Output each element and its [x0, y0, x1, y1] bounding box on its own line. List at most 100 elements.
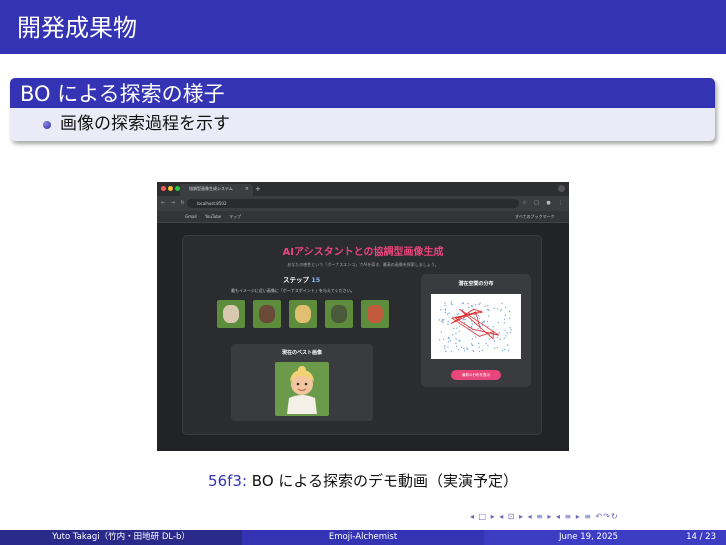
browser-actions-icon[interactable]: ☆ □ ● ⋮ — [522, 200, 566, 207]
address-bar-url: localhost:8502 — [197, 201, 227, 206]
latent-point — [504, 318, 506, 320]
latent-point — [440, 331, 442, 333]
latent-point — [455, 332, 457, 335]
latent-point — [497, 321, 500, 324]
latent-point — [471, 344, 473, 346]
latent-point — [493, 307, 495, 310]
address-bar[interactable]: localhost:8502 — [187, 199, 519, 208]
latent-point — [449, 339, 452, 342]
latent-point — [453, 327, 455, 330]
latent-point — [509, 327, 511, 329]
beamer-navigation-icons[interactable]: ◂ □ ▸ ◂ ⊡ ▸ ◂ ≡ ▸ ◂ ≡ ▸ ≡ ↶↷↻ — [470, 512, 619, 522]
latent-point — [462, 302, 465, 305]
browser-tab[interactable]: 協調型画像生成システム × — [180, 184, 253, 196]
latent-scatter-svg — [438, 301, 512, 353]
block-body: 画像の探索過程を示す — [10, 108, 715, 141]
latent-point — [509, 310, 511, 313]
latent-point — [450, 350, 453, 352]
latent-point — [461, 302, 463, 304]
browser-nav-bar: ← → ↻ localhost:8502 ☆ □ ● ⋮ — [157, 196, 569, 211]
latent-point — [493, 340, 496, 342]
latent-point — [458, 339, 460, 341]
latent-point — [472, 350, 475, 353]
latent-point — [455, 338, 457, 340]
app-title: AIアシスタントとの協調型画像生成 — [282, 247, 444, 258]
latent-point — [464, 318, 466, 321]
nav-arrows-icon[interactable]: ← → ↻ — [161, 200, 187, 207]
candidate-image-4[interactable] — [325, 300, 353, 328]
latent-point — [484, 305, 486, 307]
latent-point — [488, 309, 490, 312]
latent-point — [438, 319, 441, 321]
candidate-image-3[interactable] — [289, 300, 317, 328]
bookmark-gmail[interactable]: Gmail — [185, 214, 197, 220]
browser-tab-bar: 協調型画像生成システム × + — [157, 182, 569, 196]
latent-point — [486, 320, 488, 323]
latent-point — [441, 321, 444, 324]
latent-point — [463, 318, 465, 320]
latent-point — [466, 347, 468, 349]
latent-point — [444, 350, 447, 353]
candidate-image-2[interactable] — [253, 300, 281, 328]
latent-point — [494, 347, 496, 349]
latent-point — [510, 329, 512, 331]
latent-point — [483, 320, 485, 322]
latent-point — [448, 312, 450, 314]
latent-point — [496, 336, 499, 339]
latent-point — [501, 302, 503, 305]
close-window-icon[interactable] — [161, 186, 166, 191]
latent-point — [459, 325, 461, 328]
bookmark-all[interactable]: すべてのブックマーク — [515, 214, 555, 220]
candidate-image-5[interactable] — [361, 300, 389, 328]
step-instruction: 最もイメージに近い画像に「ボーナスポイント」を与えてください。 — [231, 288, 355, 293]
latent-point — [478, 342, 480, 345]
latent-point — [447, 341, 449, 343]
window-menu-icon[interactable] — [558, 185, 565, 192]
slide-title: 開発成果物 — [17, 14, 137, 42]
show-distribution-button[interactable]: 最新の分布を表示 — [451, 370, 501, 380]
candidate-image-1[interactable] — [217, 300, 245, 328]
latent-point — [501, 349, 504, 352]
footer-info: June 19, 2025 14 / 23 — [484, 530, 726, 545]
best-image-panel: 現在のベスト画像 — [231, 344, 373, 421]
step-number: 15 — [311, 276, 321, 284]
latent-point — [447, 346, 449, 348]
latent-point — [464, 350, 466, 352]
bookmarks-bar: Gmail YouTube マップ すべてのブックマーク — [157, 211, 569, 223]
bullet-text: 画像の探索過程を示す — [60, 114, 230, 134]
browser-tab-title: 協調型画像生成システム — [189, 186, 233, 191]
minimize-window-icon[interactable] — [168, 186, 173, 191]
latent-point — [456, 313, 458, 315]
bookmark-maps[interactable]: マップ — [229, 214, 241, 220]
step-heading: ステップ 15 — [283, 276, 320, 285]
latent-point — [478, 315, 480, 317]
block-title: BO による探索の様子 — [20, 82, 225, 106]
slide-footer: Yuto Takagi（竹内・田地研 DL-b） Emoji-Alchemist… — [0, 530, 726, 545]
slide-header: 開発成果物 — [0, 0, 726, 54]
figure-caption: 56f3: BO による探索のデモ動画（実演予定） — [0, 471, 726, 491]
latent-point — [504, 329, 506, 332]
show-distribution-label: 最新の分布を表示 — [462, 373, 490, 377]
latent-point — [492, 325, 494, 328]
latent-point — [487, 344, 489, 347]
latent-point — [507, 349, 510, 352]
latent-point — [460, 346, 463, 349]
latent-point — [489, 338, 491, 340]
latent-point — [506, 344, 509, 346]
latent-point — [478, 350, 480, 353]
latent-point — [475, 336, 477, 338]
bookmark-youtube[interactable]: YouTube — [205, 214, 221, 220]
latent-point — [444, 304, 446, 307]
latent-point — [455, 342, 457, 345]
best-image-label: 現在のベスト画像 — [281, 350, 323, 356]
latent-point — [444, 345, 446, 347]
latent-point — [500, 308, 503, 310]
footer-author: Yuto Takagi（竹内・田地研 DL-b） — [0, 530, 242, 545]
latent-point — [505, 335, 507, 337]
close-tab-icon[interactable]: × — [245, 185, 249, 193]
latent-space-plot — [431, 294, 521, 359]
latent-point — [499, 338, 501, 340]
latent-point — [442, 338, 445, 340]
new-tab-icon[interactable]: + — [255, 184, 261, 194]
latent-point — [450, 301, 452, 303]
